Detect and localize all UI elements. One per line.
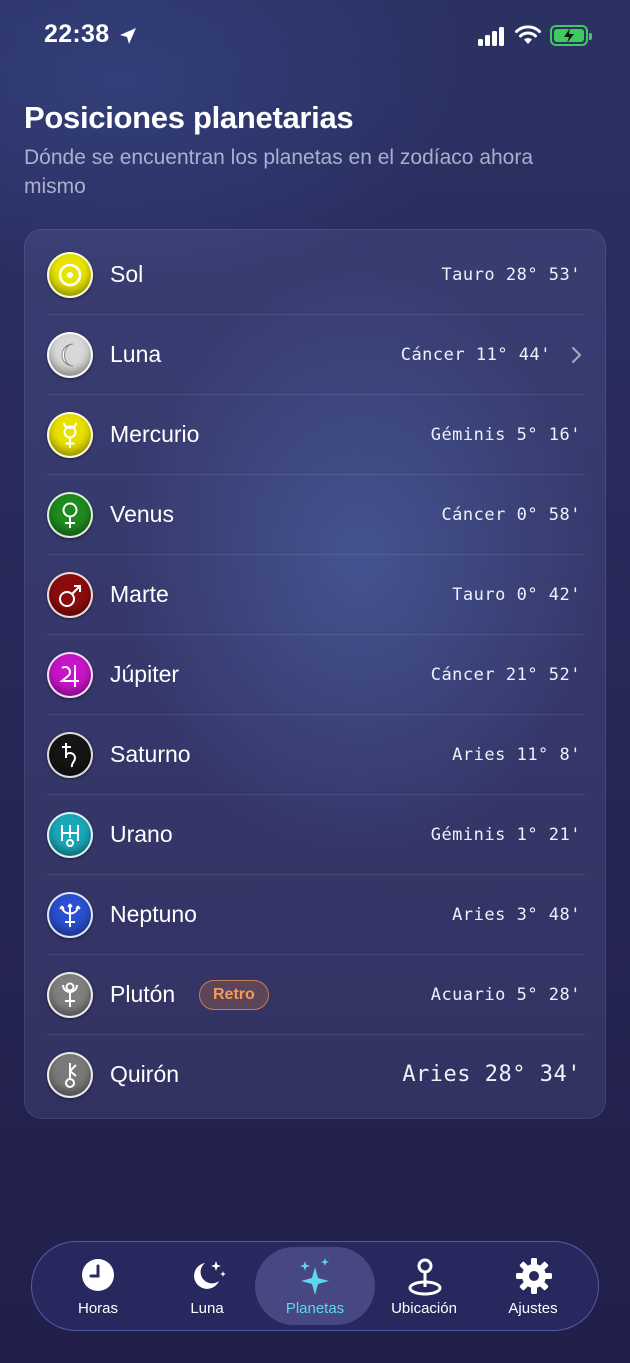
planet-position: Aries 3° 48': [452, 905, 581, 925]
planet-position: Acuario 5° 28': [430, 985, 581, 1005]
mercury-icon: [47, 412, 93, 458]
chiron-icon: [47, 1052, 93, 1098]
uranus-icon: [47, 812, 93, 858]
tab-label: Horas: [77, 1300, 118, 1317]
sparkles-icon: [300, 1258, 329, 1295]
tab-label: Luna: [190, 1300, 224, 1317]
sun-icon: [47, 252, 93, 298]
tab-label: Ajustes: [508, 1300, 558, 1317]
planet-position: Cáncer 21° 52': [430, 665, 581, 685]
planet-row-jupiter[interactable]: Júpiter Cáncer 21° 52': [25, 635, 605, 715]
tab-label: Planetas: [285, 1300, 345, 1317]
planet-row-marte[interactable]: Marte Tauro 0° 42': [25, 555, 605, 635]
saturn-icon: [47, 732, 93, 778]
moon-stars-icon: [194, 1261, 226, 1289]
battery-icon: [550, 25, 592, 46]
clock-icon: [82, 1259, 114, 1291]
moon-icon: [47, 332, 93, 378]
planet-position: Tauro 0° 42': [452, 585, 581, 605]
status-time: 22:38: [44, 20, 110, 48]
venus-icon: [47, 492, 93, 538]
planet-row-mercurio[interactable]: Mercurio Géminis 5° 16': [25, 395, 605, 475]
planet-list: Sol Tauro 28° 53' Luna Cáncer 11° 44' Me…: [24, 229, 606, 1119]
gear-icon: [516, 1258, 552, 1294]
mars-icon: [47, 572, 93, 618]
tab-ubicacion[interactable]: Ubicación: [364, 1247, 484, 1325]
planet-row-saturno[interactable]: Saturno Aries 11° 8': [25, 715, 605, 795]
tab-label: Ubicación: [391, 1300, 457, 1317]
planet-name: Júpiter: [110, 661, 180, 687]
planet-position: Géminis 5° 16': [430, 425, 581, 445]
planet-name: Luna: [110, 341, 162, 367]
planet-name: Venus: [110, 501, 174, 527]
location-arrow-icon: [120, 28, 136, 44]
planet-name: Urano: [110, 821, 173, 847]
planet-position: Cáncer 11° 44': [400, 345, 551, 365]
neptune-icon: [47, 892, 93, 938]
tab-ajustes[interactable]: Ajustes: [473, 1247, 593, 1325]
tab-luna[interactable]: Luna: [147, 1247, 267, 1325]
page-title: Posiciones planetarias: [24, 100, 354, 135]
chevron-right-icon: [571, 346, 582, 364]
planet-position: Cáncer 0° 58': [441, 505, 581, 525]
pluto-icon: [47, 972, 93, 1018]
location-pin-icon: [408, 1258, 442, 1296]
planet-name: Marte: [110, 581, 169, 607]
page-subtitle: Dónde se encuentran los planetas en el z…: [24, 146, 534, 198]
planet-name: Sol: [110, 261, 144, 287]
tab-horas[interactable]: Horas: [38, 1247, 158, 1325]
planet-row-neptuno[interactable]: Neptuno Aries 3° 48': [25, 875, 605, 955]
planet-name: Neptuno: [110, 901, 197, 927]
planet-name: Mercurio: [110, 421, 200, 447]
planet-name: Quirón: [110, 1061, 180, 1087]
planet-name: Saturno: [110, 741, 191, 767]
planet-position: Géminis 1° 21': [430, 825, 581, 845]
planet-position: Tauro 28° 53': [441, 265, 581, 285]
planet-position: Aries 28° 34': [402, 1062, 581, 1087]
jupiter-icon: [47, 652, 93, 698]
planet-row-quiron[interactable]: Quirón Aries 28° 34': [25, 1035, 605, 1115]
planet-row-sol[interactable]: Sol Tauro 28° 53': [25, 235, 605, 315]
status-bar: 22:38: [0, 0, 630, 70]
cellular-signal-icon: [478, 26, 508, 46]
tab-planetas[interactable]: Planetas: [255, 1247, 375, 1325]
retro-badge: Retro: [199, 980, 269, 1010]
planet-row-pluton[interactable]: Plutón Retro Acuario 5° 28': [25, 955, 605, 1035]
planet-position: Aries 11° 8': [452, 745, 581, 765]
wifi-icon: [515, 25, 541, 44]
planet-row-luna[interactable]: Luna Cáncer 11° 44': [25, 315, 605, 395]
planet-row-venus[interactable]: Venus Cáncer 0° 58': [25, 475, 605, 555]
planet-row-urano[interactable]: Urano Géminis 1° 21': [25, 795, 605, 875]
tab-bar: Horas Luna Planetas Ubicación Ajustes: [31, 1241, 599, 1331]
planet-name: Plutón: [110, 981, 176, 1007]
